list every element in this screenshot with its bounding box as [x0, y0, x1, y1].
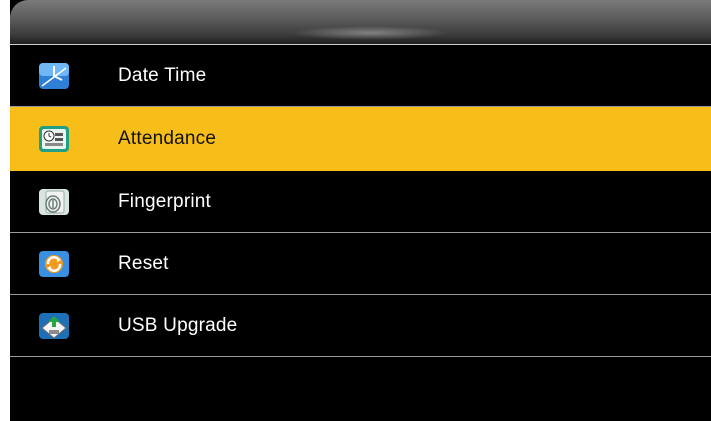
fingerprint-icon — [38, 188, 70, 216]
attendance-icon — [38, 125, 70, 153]
menu-item-usb-upgrade[interactable]: USB Upgrade — [10, 295, 711, 357]
menu-item-reset[interactable]: Reset — [10, 233, 711, 295]
menu-item-label: Date Time — [118, 64, 207, 86]
reset-icon — [38, 250, 70, 278]
device-screen: Date Time Attendance Fingerprint Reset U… — [10, 0, 711, 421]
usb-icon — [38, 312, 70, 340]
clock-icon — [38, 62, 70, 90]
menu-item-label: Attendance — [118, 127, 217, 149]
menu-item-fingerprint[interactable]: Fingerprint — [10, 171, 711, 233]
menu-item-label: USB Upgrade — [118, 314, 238, 336]
menu-item-date-time[interactable]: Date Time — [10, 45, 711, 107]
menu-item-attendance[interactable]: Attendance — [10, 107, 711, 171]
title-bar — [10, 0, 711, 45]
settings-menu: Date Time Attendance Fingerprint Reset U… — [10, 45, 711, 357]
menu-item-label: Reset — [118, 252, 169, 274]
menu-item-label: Fingerprint — [118, 190, 212, 212]
footer-area — [10, 359, 711, 421]
